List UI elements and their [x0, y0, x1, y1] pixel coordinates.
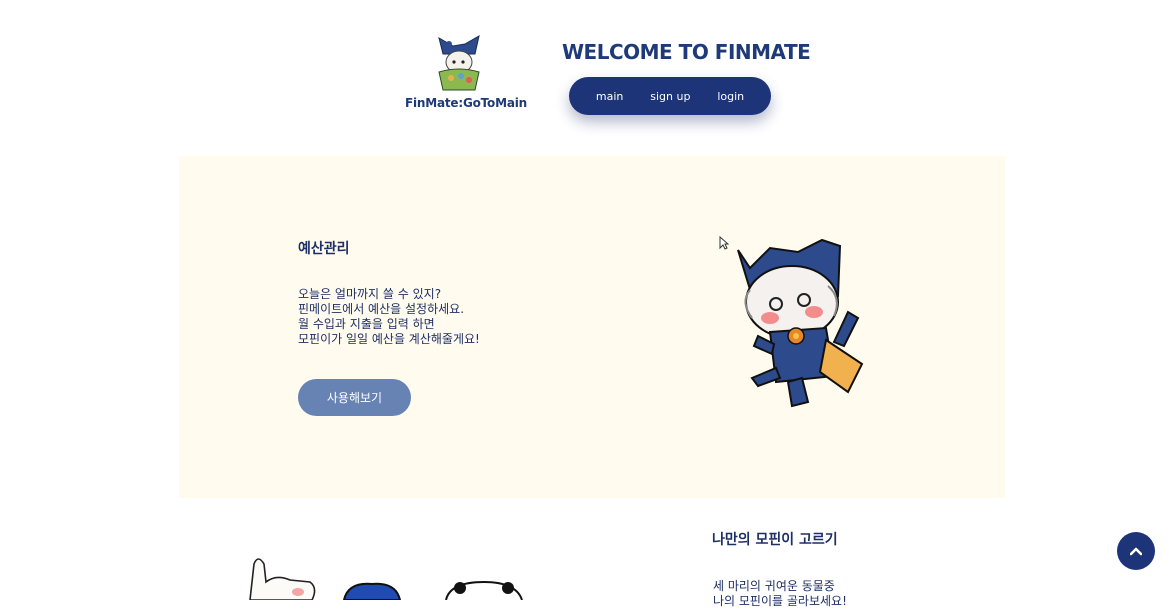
chevron-up-icon — [1130, 547, 1142, 556]
budget-description: 오늘은 얼마까지 쓸 수 있지? 핀메이트에서 예산을 설정하세요. 월 수입과… — [298, 287, 480, 347]
animal-characters-icon — [249, 558, 523, 600]
character-section-title: 나만의 모핀이 고르기 — [712, 532, 838, 548]
logo-text[interactable]: FinMate:GoToMain — [405, 96, 527, 110]
budget-description-line: 오늘은 얼마까지 쓸 수 있지? — [298, 287, 442, 301]
budget-section: 예산관리 오늘은 얼마까지 쓸 수 있지? 핀메이트에서 예산을 설정하세요. … — [179, 156, 1005, 498]
nav-sign-up[interactable]: sign up — [650, 90, 690, 103]
main-navbar: main sign up login — [569, 77, 771, 115]
scroll-top-button[interactable] — [1117, 532, 1155, 570]
budget-description-line: 모핀이가 일일 예산을 계산해줄게요! — [298, 332, 480, 346]
character-description-line: 세 마리의 귀여운 동물중 — [713, 579, 835, 593]
nav-main[interactable]: main — [596, 90, 623, 103]
logo-link[interactable]: FinMate:GoToMain — [405, 32, 527, 110]
character-description-line: 나의 모핀이를 골라보세요! — [713, 594, 847, 608]
budget-title: 예산관리 — [298, 241, 350, 257]
mascot-character-icon — [737, 238, 864, 408]
mouse-cursor-icon — [719, 236, 729, 250]
budget-description-line: 월 수입과 지출을 입력 하면 — [298, 317, 435, 331]
nav-login[interactable]: login — [717, 90, 744, 103]
budget-description-line: 핀메이트에서 예산을 설정하세요. — [298, 302, 465, 316]
try-budget-button[interactable]: 사용해보기 — [298, 379, 411, 416]
page-title: WELCOME TO FINMATE — [562, 40, 811, 64]
character-description: 세 마리의 귀여운 동물중 나의 모핀이를 골라보세요! — [713, 579, 847, 609]
mascot-logo-icon — [438, 35, 480, 91]
